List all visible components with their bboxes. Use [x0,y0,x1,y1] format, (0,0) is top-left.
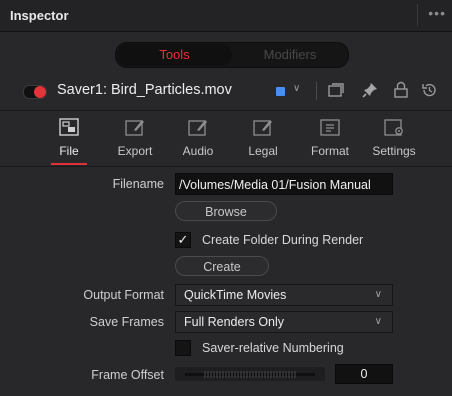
tab-format[interactable]: Format [298,115,362,165]
titlebar-divider [417,4,418,26]
tab-audio[interactable]: Audio [166,115,230,165]
tab-file[interactable]: File [37,115,101,165]
tools-tab[interactable]: Tools [117,44,232,66]
versions-icon[interactable] [327,81,345,99]
node-color-chip[interactable] [276,87,285,96]
browse-button[interactable]: Browse [175,201,277,221]
tab-legal[interactable]: Legal [231,115,295,165]
reset-icon[interactable] [420,81,438,99]
create-button[interactable]: Create [175,256,269,276]
tab-settings[interactable]: Settings [362,115,426,165]
chevron-down-icon: ∨ [374,316,382,327]
divider [0,166,452,167]
inspector-panel: Inspector ••• Tools Modifiers Saver1: Bi… [0,0,452,396]
saver-relative-checkbox[interactable] [175,340,191,356]
tab-label: Export [117,144,153,158]
filename-input[interactable]: /Volumes/Media 01/Fusion Manual [175,173,393,195]
file-tab-icon [59,118,79,136]
create-folder-checkbox[interactable]: ✓ [175,232,191,248]
node-enable-toggle[interactable] [23,85,47,99]
pin-icon[interactable] [361,81,379,99]
tab-label: File [59,144,79,158]
filename-label: Filename [112,177,164,191]
divider [0,110,452,111]
output-format-dropdown[interactable]: QuickTime Movies ∨ [175,284,393,306]
frame-offset-label: Frame Offset [91,368,164,382]
checkmark-icon: ✓ [177,232,189,247]
create-folder-label: Create Folder During Render [202,233,364,247]
tab-label: Audio [182,144,214,158]
save-frames-value: Full Renders Only [184,315,285,329]
frame-offset-input[interactable]: 0 [335,364,393,384]
tab-label: Legal [248,144,278,158]
settings-tab-icon [384,119,403,136]
options-menu-icon[interactable]: ••• [428,5,446,21]
node-name: Saver1: Bird_Particles.mov [57,82,232,98]
tab-label: Format [310,144,349,158]
active-tab-indicator [51,163,87,165]
legal-tab-icon [253,120,272,136]
save-frames-dropdown[interactable]: Full Renders Only ∨ [175,311,393,333]
output-format-label: Output Format [83,288,164,302]
tools-modifiers-switch: Tools Modifiers [115,42,349,68]
save-frames-label: Save Frames [89,315,164,329]
toggle-knob [34,86,46,98]
export-tab-icon [125,120,144,136]
lock-icon[interactable] [392,81,410,99]
saver-relative-label: Saver-relative Numbering [202,341,344,355]
audio-tab-icon [188,120,207,136]
inspector-title: Inspector [10,8,69,23]
chevron-down-icon: ∨ [374,289,382,300]
tab-export[interactable]: Export [103,115,167,165]
modifiers-tab[interactable]: Modifiers [234,44,346,66]
header-divider [316,82,317,100]
frame-offset-slider[interactable] [175,367,325,381]
output-format-value: QuickTime Movies [184,288,287,302]
format-tab-icon [320,119,340,136]
chevron-down-icon[interactable]: ∨ [293,83,300,94]
tab-label: Settings [372,144,416,158]
inspector-titlebar: Inspector ••• [0,0,452,32]
